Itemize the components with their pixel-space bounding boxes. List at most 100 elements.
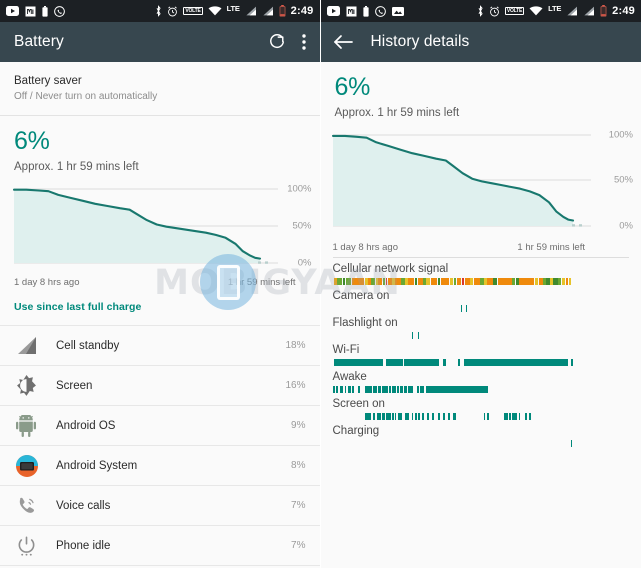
usage-list-item[interactable]: Android OS 9%: [0, 405, 320, 445]
bluetooth-icon: [156, 5, 161, 17]
timeline-segment: [364, 386, 373, 393]
x-start-label: 1 day 8 hrs ago: [332, 242, 399, 253]
usage-item-label: Screen: [56, 379, 93, 392]
battery-percent: 6%: [334, 73, 371, 101]
timeline-segment: [337, 278, 343, 285]
youtube-icon: [326, 6, 340, 16]
timeline-segment: [387, 278, 392, 285]
lte-icon: LTE: [548, 3, 562, 13]
wifi-icon: [208, 6, 222, 16]
refresh-icon[interactable]: [268, 33, 286, 51]
timeline-segment: [449, 278, 454, 285]
y-tick-label: 100%: [608, 129, 633, 141]
timeline-segment: [546, 278, 550, 285]
timeline-segment: [395, 413, 397, 420]
battery-saver-subtitle: Off / Never turn on automatically: [14, 91, 158, 102]
battery-remaining-text: Approx. 1 hr 59 mins left: [14, 161, 139, 173]
page-title: History details: [370, 33, 470, 50]
y-tick-label: 0%: [619, 220, 633, 232]
timeline-segment: [411, 413, 414, 420]
timeline-segment: [487, 413, 489, 420]
timeline-segment: [364, 413, 372, 420]
history-timeline-row: Camera on: [321, 285, 641, 312]
timeline-segment: [381, 386, 388, 393]
use-since-last-full-charge-link[interactable]: Use since last full charge: [14, 301, 141, 313]
status-bar-notification-icons: [6, 5, 65, 17]
battery-saving-icon: [42, 5, 48, 17]
chart-x-axis-right: 1 day 8 hrs ago 1 hr 59 mins left: [321, 239, 641, 253]
usage-item-percent: 18%: [285, 340, 306, 351]
timeline-segment: [430, 278, 438, 285]
history-timeline-label: Camera on: [332, 290, 390, 302]
timeline-segment: [395, 278, 401, 285]
timeline-segment: [372, 413, 376, 420]
timeline-segment: [392, 386, 396, 393]
history-timeline-track: [333, 305, 630, 312]
battery-saver-row[interactable]: Battery saver Off / Never turn on automa…: [0, 62, 320, 116]
usage-item-label: Voice calls: [56, 499, 111, 512]
phone-idle-icon: [16, 535, 46, 557]
volte-icon: VOLTE: [504, 7, 525, 15]
timeline-segment: [440, 278, 450, 285]
usage-item-label: Android System: [56, 459, 138, 472]
x-end-label: 1 hr 59 mins left: [517, 242, 585, 253]
screenshot-root: VOLTE LTE 2:49 Battery Battery saver Off…: [0, 0, 641, 568]
usage-item-label: Cell standby: [56, 339, 120, 352]
wifi-icon: [529, 6, 543, 16]
timeline-segment: [416, 386, 420, 393]
history-timeline-track: [333, 359, 630, 366]
more-vertical-icon[interactable]: [301, 33, 306, 51]
timeline-segment: [411, 332, 413, 339]
chart-y-axis-left: 100% 50% 0%: [280, 183, 316, 273]
usage-list-item[interactable]: Voice calls 7%: [0, 485, 320, 525]
history-timeline-track: [333, 386, 630, 393]
battery-remaining-text: Approx. 1 hr 59 mins left: [334, 107, 460, 119]
battery-percent: 6%: [14, 127, 50, 155]
timeline-segment: [404, 359, 440, 366]
history-timeline-label: Flashlight on: [332, 317, 398, 329]
timeline-segment: [358, 386, 360, 393]
timeline-segment: [382, 413, 385, 420]
history-timeline-label: Wi-Fi: [332, 344, 360, 356]
alarm-icon: [168, 6, 178, 16]
timeline-segment: [344, 386, 347, 393]
usage-list-item[interactable]: Phone idle 7%: [0, 525, 320, 565]
timeline-segment: [519, 278, 535, 285]
usage-item-percent: 16%: [285, 380, 306, 391]
timeline-segment: [503, 413, 508, 420]
timeline-segment: [463, 359, 569, 366]
timeline-segment: [397, 413, 402, 420]
timeline-segment: [443, 413, 446, 420]
appbar-actions: [268, 33, 306, 51]
status-bar-clock: 2:49: [290, 5, 314, 17]
timeline-segment: [345, 278, 352, 285]
cell-standby-icon: [16, 336, 46, 355]
timeline-segment: [385, 359, 403, 366]
chart-plot-area: 100% 50% 0%: [321, 129, 641, 239]
battery-summary-right: 6% Approx. 1 hr 59 mins left: [321, 62, 641, 123]
usage-list-item[interactable]: Android System 8%: [0, 445, 320, 485]
status-bar-notification-icons: [326, 5, 404, 17]
status-bar-left: VOLTE LTE 2:49: [0, 0, 320, 22]
timeline-segment: [333, 278, 337, 285]
mi-icon: [25, 6, 36, 16]
timeline-segment: [497, 278, 512, 285]
timeline-segment: [452, 413, 456, 420]
timeline-segment: [457, 359, 460, 366]
use-since-last-full-charge-row[interactable]: Use since last full charge: [0, 288, 320, 325]
whatsapp-icon: [374, 5, 386, 17]
usage-list-item[interactable]: Cell standby 18%: [0, 325, 320, 365]
usage-list-item[interactable]: Screen 16%: [0, 365, 320, 405]
chart-x-axis-left: 1 day 8 hrs ago 1 hr 59 mins left: [0, 273, 320, 288]
timeline-segment: [408, 278, 415, 285]
timeline-segment: [473, 278, 480, 285]
timeline-segment: [493, 278, 498, 285]
history-app-bar: History details: [320, 22, 641, 62]
timeline-segment: [570, 440, 572, 447]
timeline-segment: [466, 305, 468, 312]
back-arrow-icon[interactable]: [333, 34, 353, 50]
y-tick-label: 100%: [287, 183, 312, 195]
signal-icon: [263, 6, 273, 16]
battery-screen: VOLTE LTE 2:49 Battery Battery saver Off…: [0, 0, 320, 568]
timeline-segment: [407, 386, 413, 393]
